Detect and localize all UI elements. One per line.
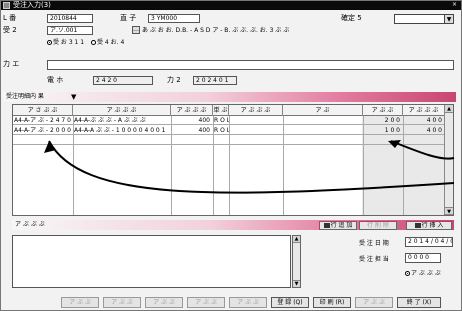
cell-amount[interactable]: 4 0 0 — [403, 126, 443, 135]
col-header[interactable]: ア ぶ ぶ ぶ — [171, 105, 213, 116]
radio-option-1-label: 受 お 3 1 1 — [53, 39, 85, 46]
order-number-label: L 番 — [3, 14, 17, 22]
col-header[interactable]: ア さ ぶ ぶ — [13, 105, 73, 116]
cell-product-name[interactable]: A4-A-A ぶ ぶ - 1 0 0 0 0 4 0 0 1 — [73, 126, 171, 135]
radio-checked-icon — [47, 40, 52, 45]
table-row[interactable]: A4-A-ア ぶ - 2 4 7 0 0 1 A4-A-ぶ ぶ ぶ - A ぶ … — [13, 116, 445, 125]
scroll-up-icon[interactable]: ▲ — [293, 236, 300, 243]
detail-table: ア さ ぶ ぶ ア ぶ ぶ ぶ ア ぶ ぶ ぶ 単 ぶ ア ぶ ぶ ぶ ア ぶ … — [12, 104, 454, 216]
cell-price[interactable]: 400 — [171, 116, 211, 125]
phone-label: 電 ホ — [47, 76, 64, 84]
action-bar-label: ア ぶ ぶ ぶ — [15, 221, 45, 228]
cell-qty[interactable]: 1 0 0 — [363, 126, 401, 135]
person-label: 受 注 担 当 — [359, 256, 389, 263]
order-number-field[interactable]: 2010844 — [47, 14, 93, 23]
add-row-icon — [323, 223, 330, 228]
cell-extra[interactable] — [229, 126, 283, 135]
detail-section-title: 受注明細内 果 — [6, 93, 44, 100]
title-bar: 受注入力(3) × — [1, 1, 461, 10]
col-header[interactable]: ア ぶ — [283, 105, 363, 116]
region-field: 2 0 2 4 0 1 — [193, 76, 237, 85]
cell-note[interactable] — [283, 116, 363, 125]
bottom-button-1[interactable]: ア ぶ ぶ — [61, 297, 99, 308]
cell-extra[interactable] — [229, 116, 283, 125]
customer-field[interactable]: ア.ソ.001 — [47, 26, 93, 35]
add-row-button[interactable]: 行 追 加 — [319, 221, 357, 230]
customer-name: あ ぶ お お. D.B. - A S D ア - B. ぶ ぶ. ぶ. お. … — [142, 27, 290, 34]
cell-amount[interactable]: 4 0 0 — [403, 116, 443, 125]
memo-textarea[interactable] — [12, 235, 291, 288]
radio-option-2-label: 受 4 お. 4 — [97, 39, 125, 46]
col-header[interactable]: 単 ぶ — [213, 105, 229, 116]
detail-section-bar[interactable]: 受注明細内 果 ▼ — [3, 92, 456, 102]
exit-button[interactable]: 終 了 (X) — [397, 297, 441, 308]
table-header: ア さ ぶ ぶ ア ぶ ぶ ぶ ア ぶ ぶ ぶ 単 ぶ ア ぶ ぶ ぶ ア ぶ … — [13, 105, 453, 116]
phone-field: 2 4 2 0 — [93, 76, 153, 85]
customer-code-label: 直 子 — [120, 14, 137, 22]
radio-option-1[interactable]: 受 お 3 1 1 — [47, 38, 84, 47]
memo-radio-label: ア ぶ ぶ ぶ — [411, 270, 441, 277]
window-title: 受注入力(3) — [13, 1, 51, 9]
print-button[interactable]: 印 刷 (R) — [313, 297, 351, 308]
lookup-button[interactable]: … — [132, 26, 140, 34]
table-row[interactable]: A4-A-ア ぶ - 2 0 0 0 A4-A-A ぶ ぶ - 1 0 0 0 … — [13, 126, 445, 135]
register-button[interactable]: 登 録 (Q) — [271, 297, 309, 308]
insert-row-icon — [414, 223, 421, 228]
cell-unit[interactable]: R O L — [213, 126, 229, 135]
scroll-down-icon[interactable]: ▼ — [293, 280, 300, 287]
cell-price[interactable]: 400 — [171, 126, 211, 135]
col-header[interactable]: ア ぶ ぶ — [363, 105, 403, 116]
status-dropdown[interactable]: ▼ — [394, 14, 454, 24]
add-row-label: 行 追 加 — [330, 222, 353, 229]
address-field[interactable] — [47, 60, 454, 70]
delete-row-label: 行 削 除 — [367, 222, 389, 229]
order-date-label: 受 注 日 期 — [359, 240, 389, 247]
chevron-down-icon[interactable]: ▼ — [444, 15, 453, 23]
col-header[interactable]: ア ぶ ぶ ぶ — [229, 105, 283, 116]
radio-option-2[interactable]: 受 4 お. 4 — [91, 38, 124, 47]
insert-row-label: 行 挿 入 — [421, 222, 444, 229]
bottom-button-8[interactable]: ア ぶ ぶ — [355, 297, 393, 308]
scroll-up-icon[interactable]: ▲ — [445, 105, 453, 113]
collapse-triangle-icon[interactable]: ▼ — [71, 93, 76, 101]
scroll-down-icon[interactable]: ▼ — [445, 207, 453, 215]
cell-qty[interactable]: 2 0 0 — [363, 116, 401, 125]
status-label: 確定 5 — [341, 14, 362, 22]
delete-row-button[interactable]: 行 削 除 — [359, 221, 397, 230]
close-icon[interactable]: × — [451, 2, 458, 9]
region-label: 力 2 — [167, 76, 181, 84]
insert-row-button[interactable]: 行 挿 入 — [406, 221, 452, 230]
bottom-button-5[interactable]: ア ぶ ぶ — [229, 297, 267, 308]
cell-unit[interactable]: R O L — [213, 116, 229, 125]
app-icon — [3, 2, 10, 9]
customer-code-field[interactable]: 3 YM000 — [148, 14, 200, 23]
table-row[interactable] — [13, 136, 445, 145]
col-header[interactable]: ア ぶ ぶ ぶ — [403, 105, 445, 116]
cell-product-code[interactable]: A4-A-ア ぶ - 2 0 0 0 — [13, 126, 73, 135]
bottom-button-2[interactable]: ア ぶ ぶ — [103, 297, 141, 308]
memo-radio[interactable]: ア ぶ ぶ ぶ — [405, 269, 441, 278]
cell-note[interactable] — [283, 126, 363, 135]
order-date-field[interactable]: 2 0 1 4 / 0 4 / 0 4 — [405, 237, 453, 247]
col-header[interactable]: ア ぶ ぶ ぶ — [73, 105, 171, 116]
person-field[interactable]: 0 0 0 0 — [405, 253, 441, 263]
bottom-button-4[interactable]: ア ぶ ぶ — [187, 297, 225, 308]
address-label: 力 エ — [3, 60, 20, 68]
table-scrollbar[interactable]: ▲ ▼ — [444, 105, 453, 215]
cell-product-code[interactable]: A4-A-ア ぶ - 2 4 7 0 0 1 — [13, 116, 73, 125]
customer-label: 受 2 — [3, 26, 17, 34]
bottom-button-3[interactable]: ア ぶ ぶ — [145, 297, 183, 308]
memo-scrollbar[interactable]: ▲ ▼ — [292, 235, 301, 288]
radio-unchecked-icon — [91, 40, 96, 45]
cell-product-name[interactable]: A4-A-ぶ ぶ ぶ - A ぶ ぶ ぶ — [73, 116, 171, 125]
order-entry-window: 受注入力(3) × L 番 2010844 直 子 3 YM000 確定 5 ▼… — [0, 0, 462, 311]
radio-checked-icon — [405, 271, 410, 276]
